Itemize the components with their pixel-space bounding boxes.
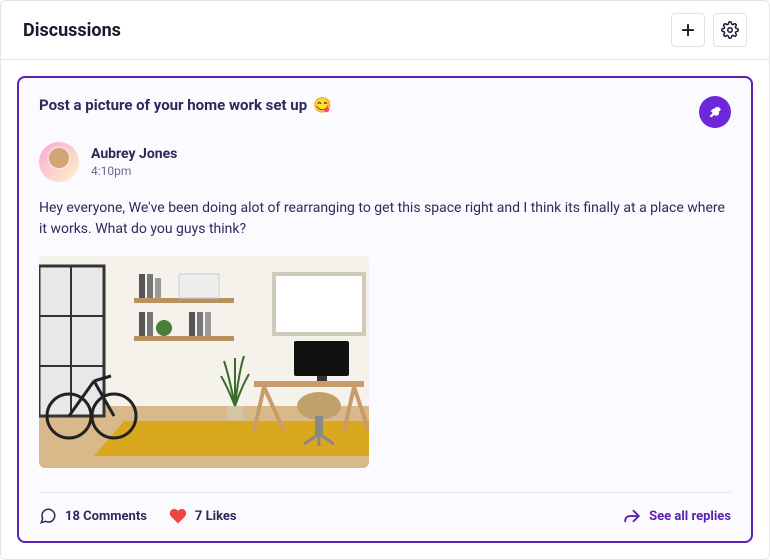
avatar[interactable] bbox=[39, 142, 79, 182]
heart-icon bbox=[169, 507, 187, 525]
comment-icon bbox=[39, 507, 57, 525]
divider bbox=[39, 492, 731, 493]
see-replies-button[interactable]: See all replies bbox=[623, 507, 731, 525]
likes-count: 7 Likes bbox=[195, 509, 237, 524]
post-header: Post a picture of your home work set up … bbox=[39, 96, 731, 128]
pin-icon bbox=[707, 104, 723, 120]
discussions-panel: Discussions Post a picture of your home … bbox=[0, 0, 770, 560]
post-card: Post a picture of your home work set up … bbox=[17, 76, 753, 543]
post-body: Hey everyone, We've been doing alot of r… bbox=[39, 198, 731, 240]
footer-stats: 18 Comments 7 Likes bbox=[39, 507, 237, 525]
workspace-image-icon bbox=[39, 256, 369, 468]
see-replies-label: See all replies bbox=[649, 509, 731, 524]
add-button[interactable] bbox=[671, 13, 705, 47]
plus-icon bbox=[679, 21, 697, 39]
likes-button[interactable]: 7 Likes bbox=[169, 507, 237, 525]
share-arrow-icon bbox=[623, 507, 641, 525]
pin-button[interactable] bbox=[699, 96, 731, 128]
comments-button[interactable]: 18 Comments bbox=[39, 507, 147, 525]
header: Discussions bbox=[1, 1, 769, 60]
author-name: Aubrey Jones bbox=[91, 146, 177, 162]
post-title: Post a picture of your home work set up … bbox=[39, 96, 332, 114]
gear-icon bbox=[721, 21, 739, 39]
post-title-text: Post a picture of your home work set up bbox=[39, 96, 307, 114]
header-actions bbox=[671, 13, 747, 47]
post-image[interactable] bbox=[39, 256, 369, 468]
content-area: Post a picture of your home work set up … bbox=[1, 60, 769, 559]
comments-count: 18 Comments bbox=[65, 509, 147, 524]
author-meta: Aubrey Jones 4:10pm bbox=[91, 146, 177, 178]
post-time: 4:10pm bbox=[91, 164, 177, 178]
emoji-icon: 😋 bbox=[313, 96, 332, 114]
page-title: Discussions bbox=[23, 20, 121, 41]
author-row: Aubrey Jones 4:10pm bbox=[39, 142, 731, 182]
post-footer: 18 Comments 7 Likes See all replies bbox=[39, 507, 731, 525]
settings-button[interactable] bbox=[713, 13, 747, 47]
